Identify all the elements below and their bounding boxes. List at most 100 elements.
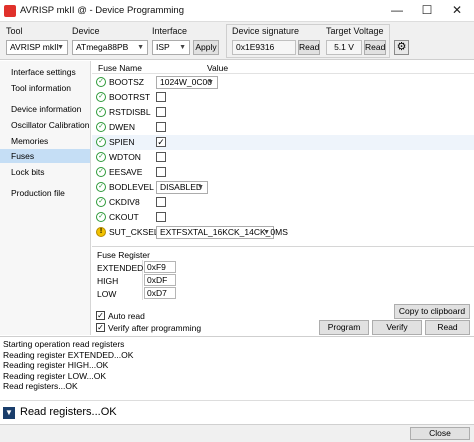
gear-icon[interactable]: ⚙ xyxy=(394,40,409,55)
close-window-button[interactable]: ✕ xyxy=(442,0,472,22)
close-button[interactable]: Close xyxy=(410,427,470,440)
dwen-checkbox[interactable] xyxy=(156,122,166,132)
program-button[interactable]: Program xyxy=(319,320,369,335)
bootrst-checkbox[interactable] xyxy=(156,92,166,102)
register-name-extended: EXTENDED xyxy=(97,263,144,273)
wdton-checkbox[interactable] xyxy=(156,152,166,162)
device-select-value: ATmega88PB xyxy=(76,42,129,52)
copy-to-clipboard-button[interactable]: Copy to clipboard xyxy=(394,304,470,319)
bootsz-select[interactable]: 1024W_0C00 ▼ xyxy=(156,76,218,89)
interface-select-value: ISP xyxy=(156,42,170,52)
auto-read-checkbox[interactable]: ✓ xyxy=(96,311,105,320)
fuse-name: BOOTRST xyxy=(109,92,151,102)
fuse-row-spien: ✓ SPIEN ✓ xyxy=(92,135,474,150)
interface-select[interactable]: ISP ▼ xyxy=(152,40,190,55)
sidebar-item-interface-settings[interactable]: Interface settings xyxy=(0,65,90,79)
expand-toggle-icon[interactable]: ▼ xyxy=(3,407,15,419)
warning-icon: ! xyxy=(96,227,106,237)
read-button[interactable]: Read xyxy=(425,320,470,335)
check-circle-icon: ✓ xyxy=(96,197,106,207)
fuse-name: WDTON xyxy=(109,152,141,162)
chevron-down-icon: ▼ xyxy=(137,44,144,51)
apply-button[interactable]: Apply xyxy=(193,40,219,55)
fuse-name: BODLEVEL xyxy=(109,182,154,192)
verify-after-programming-label: Verify after programming xyxy=(108,323,202,333)
register-name-high: HIGH xyxy=(97,276,119,286)
rstdisbl-checkbox[interactable] xyxy=(156,107,166,117)
sidebar-item-production-file[interactable]: Production file xyxy=(0,186,90,200)
interface-label: Interface xyxy=(152,26,188,36)
fuse-row-bodlevel: ✓ BODLEVEL DISABLED ▼ xyxy=(92,180,474,195)
app-icon xyxy=(4,5,16,17)
spien-checkbox[interactable]: ✓ xyxy=(156,137,166,147)
fuse-row-eesave: ✓ EESAVE xyxy=(92,165,474,180)
check-circle-icon: ✓ xyxy=(96,122,106,132)
fuse-row-rstdisbl: ✓ RSTDISBL xyxy=(92,105,474,120)
bodlevel-value: DISABLED xyxy=(160,182,203,192)
signature-label: Device signature xyxy=(232,26,300,36)
output-log: Starting operation read registers Readin… xyxy=(0,336,474,400)
verify-button[interactable]: Verify xyxy=(372,320,422,335)
fuse-row-bootrst: ✓ BOOTRST xyxy=(92,90,474,105)
tool-select-value: AVRISP mkII xyxy=(10,42,59,52)
voltage-field: 5.1 V xyxy=(326,40,362,55)
fuse-name: CKDIV8 xyxy=(109,197,140,207)
log-line: Read registers...OK xyxy=(3,381,78,391)
log-line: Reading register EXTENDED...OK xyxy=(3,349,134,360)
fuse-name: CKOUT xyxy=(109,212,139,222)
ckout-checkbox[interactable] xyxy=(156,212,166,222)
check-circle-icon: ✓ xyxy=(96,137,106,147)
register-name-low: LOW xyxy=(97,289,117,299)
check-circle-icon: ✓ xyxy=(96,77,106,87)
check-circle-icon: ✓ xyxy=(96,167,106,177)
fuse-register-panel: Fuse Register EXTENDED 0xF9 HIGH 0xDF LO… xyxy=(92,246,474,335)
check-circle-icon: ✓ xyxy=(96,182,106,192)
sidebar-item-lock-bits[interactable]: Lock bits xyxy=(0,165,90,179)
sidebar-item-fuses[interactable]: Fuses xyxy=(0,149,90,163)
chevron-down-icon: ▼ xyxy=(57,44,64,51)
device-label: Device xyxy=(72,26,100,36)
ckdiv8-checkbox[interactable] xyxy=(156,197,166,207)
fuse-row-bootsz: ✓ BOOTSZ 1024W_0C00 ▼ xyxy=(92,75,474,90)
tool-select[interactable]: AVRISP mkII ▼ xyxy=(6,40,68,55)
sidebar: Interface settings Tool information Devi… xyxy=(0,61,91,335)
sidebar-item-memories[interactable]: Memories xyxy=(0,134,90,148)
check-circle-icon: ✓ xyxy=(96,107,106,117)
register-high-field[interactable]: 0xDF xyxy=(144,274,176,286)
register-low-field[interactable]: 0xD7 xyxy=(144,287,176,299)
sut-cksel-select[interactable]: EXTFSXTAL_16KCK_14CK_0MS ▼ xyxy=(156,226,288,239)
sidebar-item-device-information[interactable]: Device information xyxy=(0,102,90,116)
sidebar-item-tool-information[interactable]: Tool information xyxy=(0,81,90,95)
fuse-value-header: Value xyxy=(207,63,229,73)
bodlevel-select[interactable]: DISABLED ▼ xyxy=(156,181,208,194)
log-line: Starting operation read registers xyxy=(3,339,125,349)
signature-read-button[interactable]: Read xyxy=(298,40,320,55)
check-circle-icon: ✓ xyxy=(96,92,106,102)
chevron-down-icon: ▼ xyxy=(197,184,204,191)
chevron-down-icon: ▼ xyxy=(263,229,270,236)
auto-read-label: Auto read xyxy=(108,311,145,321)
check-circle-icon: ✓ xyxy=(96,152,106,162)
verify-after-programming-checkbox[interactable]: ✓ xyxy=(96,323,105,332)
fuse-name: BOOTSZ xyxy=(109,77,144,87)
voltage-read-button[interactable]: Read xyxy=(364,40,386,55)
fuse-row-ckout: ✓ CKOUT xyxy=(92,210,474,225)
chevron-down-icon: ▼ xyxy=(179,44,186,51)
fuse-row-dwen: ✓ DWEN xyxy=(92,120,474,135)
minimize-button[interactable]: — xyxy=(382,0,412,22)
fuse-name: EESAVE xyxy=(109,167,143,177)
maximize-button[interactable]: ☐ xyxy=(412,0,442,22)
chevron-down-icon: ▼ xyxy=(207,79,214,86)
sidebar-item-oscillator-calibration[interactable]: Oscillator Calibration xyxy=(0,118,90,132)
eesave-checkbox[interactable] xyxy=(156,167,166,177)
fuse-name: SUT_CKSEL xyxy=(109,227,159,237)
fuse-name: DWEN xyxy=(109,122,135,132)
check-circle-icon: ✓ xyxy=(96,212,106,222)
fuse-name-header: Fuse Name xyxy=(98,63,142,73)
fuse-row-ckdiv8: ✓ CKDIV8 xyxy=(92,195,474,210)
signature-field: 0x1E9316 xyxy=(232,40,296,55)
tool-label: Tool xyxy=(6,26,23,36)
footer-bar: Close xyxy=(0,424,474,442)
register-extended-field[interactable]: 0xF9 xyxy=(144,261,176,273)
device-select[interactable]: ATmega88PB ▼ xyxy=(72,40,148,55)
